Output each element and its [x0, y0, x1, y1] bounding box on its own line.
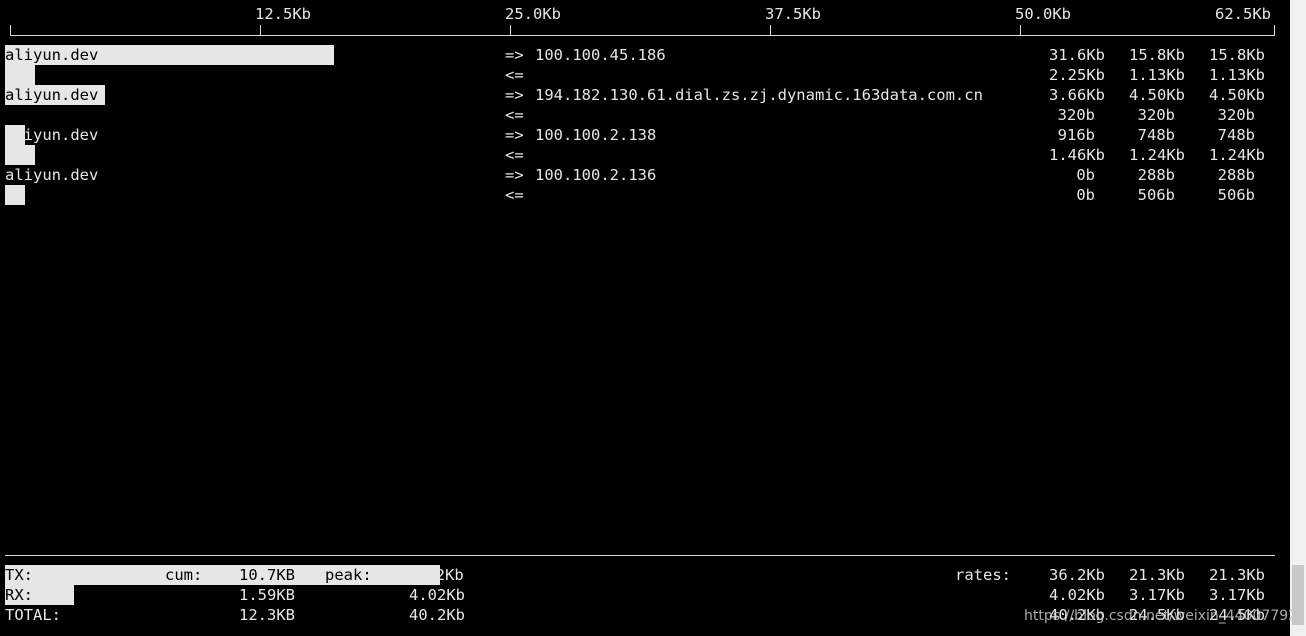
connection-host[interactable]: aliyun.dev — [5, 125, 98, 145]
direction-out-arrow: => — [505, 46, 524, 64]
direction-in-arrow: <= — [505, 146, 524, 164]
connection-peer[interactable]: 100.100.2.136 — [535, 165, 656, 185]
rate-2s: 320b — [1057, 106, 1095, 124]
iftop-terminal: 12.5Kb 25.0Kb 37.5Kb 50.0Kb 62.5Kb aliyu… — [0, 0, 1290, 636]
cum-label: cum: — [165, 566, 203, 584]
connection-host[interactable]: aliyun.dev — [5, 85, 98, 105]
rate-2s: 0b — [1076, 166, 1095, 184]
rate-10s: 288b — [1137, 166, 1175, 184]
direction-in-arrow: <= — [505, 186, 524, 204]
rate-40s: 15.8Kb — [1209, 46, 1265, 64]
traffic-bar-in — [5, 65, 35, 85]
rate-40s: 320b — [1217, 106, 1255, 124]
scale-axis-line — [10, 35, 1275, 36]
rate-40s: 1.24Kb — [1209, 146, 1265, 164]
scale-tick — [1274, 25, 1275, 36]
scale-tick — [510, 25, 511, 36]
rate-10s: 4.50Kb — [1129, 86, 1185, 104]
tx-peak-unit: Kb — [445, 566, 464, 584]
direction-out-arrow: => — [505, 86, 524, 104]
rate-40s: 4.50Kb — [1209, 86, 1265, 104]
scale-label-3: 37.5Kb — [765, 5, 821, 23]
total-label: TOTAL: — [5, 606, 61, 624]
direction-in-arrow: <= — [505, 106, 524, 124]
connection-host[interactable]: aliyun.dev — [5, 165, 98, 185]
peak-label: peak: — [325, 566, 372, 584]
rate-2s: 1.46Kb — [1049, 146, 1105, 164]
rate-40s: 506b — [1217, 186, 1255, 204]
rate-40s: 288b — [1217, 166, 1255, 184]
direction-out-arrow: => — [505, 126, 524, 144]
rx-peak-value: 4.02Kb — [409, 586, 465, 604]
total-peak-value: 40.2Kb — [409, 606, 465, 624]
rates-label: rates: — [955, 566, 1011, 584]
scale-tick — [1020, 25, 1021, 36]
rate-10s: 506b — [1137, 186, 1175, 204]
scale-tick — [10, 25, 11, 36]
connection-host[interactable]: aliyun.dev — [5, 45, 98, 65]
rate-10s: 748b — [1137, 126, 1175, 144]
totals-divider — [5, 555, 1275, 556]
rate-2s: 31.6Kb — [1049, 46, 1105, 64]
scale-tick — [260, 25, 261, 36]
total-cum-value: 12.3KB — [239, 606, 295, 624]
scale-label-4: 50.0Kb — [1015, 5, 1071, 23]
tx-rate-2s: 36.2Kb — [1049, 566, 1105, 584]
rx-label: RX: — [5, 586, 33, 604]
traffic-bar-in — [5, 145, 35, 165]
rx-cum-value: 1.59KB — [239, 586, 295, 604]
rate-2s: 0b — [1076, 186, 1095, 204]
rate-10s: 1.24Kb — [1129, 146, 1185, 164]
connection-peer[interactable]: 100.100.2.138 — [535, 125, 656, 145]
scale-label-1: 12.5Kb — [255, 5, 311, 23]
rate-2s: 3.66Kb — [1049, 86, 1105, 104]
rate-10s: 1.13Kb — [1129, 66, 1185, 84]
tx-cum-value: 10.7KB — [239, 566, 295, 584]
direction-in-arrow: <= — [505, 66, 524, 84]
rx-rate-2s: 4.02Kb — [1049, 586, 1105, 604]
rate-2s: 2.25Kb — [1049, 66, 1105, 84]
tx-rate-10s: 21.3Kb — [1129, 566, 1185, 584]
rx-rate-10s: 3.17Kb — [1129, 586, 1185, 604]
rx-rate-40s: 3.17Kb — [1209, 586, 1265, 604]
vertical-scrollbar[interactable] — [1290, 0, 1306, 636]
tx-rate-40s: 21.3Kb — [1209, 566, 1265, 584]
rate-2s: 916b — [1057, 126, 1095, 144]
tx-label: TX: — [5, 566, 33, 584]
scale-label-5: 62.5Kb — [1215, 5, 1271, 23]
tx-peak-number: 36.2 — [407, 566, 445, 584]
direction-out-arrow: => — [505, 166, 524, 184]
rate-10s: 15.8Kb — [1129, 46, 1185, 64]
rate-40s: 748b — [1217, 126, 1255, 144]
scale-label-2: 25.0Kb — [505, 5, 561, 23]
connection-peer[interactable]: 194.182.130.61.dial.zs.zj.dynamic.163dat… — [535, 85, 983, 105]
rate-40s: 1.13Kb — [1209, 66, 1265, 84]
traffic-bar-in — [5, 185, 25, 205]
connection-peer[interactable]: 100.100.45.186 — [535, 45, 666, 65]
scale-tick — [770, 25, 771, 36]
watermark-text: https://blog.csdn.net/weixin_44007792 — [1024, 608, 1298, 624]
rate-10s: 320b — [1137, 106, 1175, 124]
